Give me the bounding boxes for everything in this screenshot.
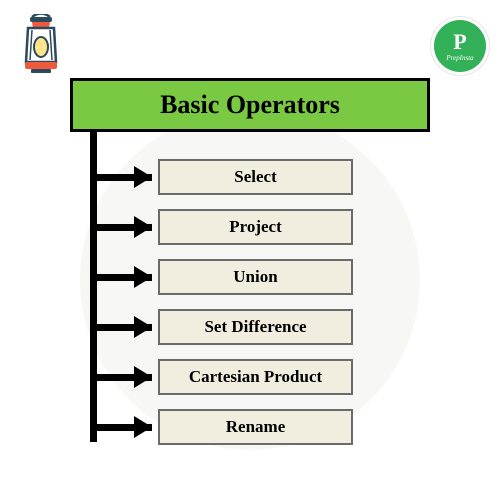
operator-label: Set Difference [204, 317, 306, 337]
operator-list: Select Project Union Set Difference Cart… [90, 152, 353, 452]
branch-line [90, 424, 152, 431]
title-box: Basic Operators [70, 78, 430, 132]
operator-label: Project [229, 217, 282, 237]
brand-subtitle: PrepInsta [446, 54, 473, 62]
operator-row: Project [90, 202, 353, 252]
branch-line [90, 274, 152, 281]
branch-line [90, 224, 152, 231]
operator-row: Union [90, 252, 353, 302]
branch-line [90, 374, 152, 381]
operator-row: Cartesian Product [90, 352, 353, 402]
operator-label: Union [233, 267, 277, 287]
operator-box: Cartesian Product [158, 359, 353, 395]
operator-row: Select [90, 152, 353, 202]
operator-box: Union [158, 259, 353, 295]
arrow-icon [134, 416, 154, 438]
operator-row: Rename [90, 402, 353, 452]
title-text: Basic Operators [160, 90, 340, 120]
lantern-icon [18, 14, 64, 79]
operator-box: Project [158, 209, 353, 245]
operator-label: Select [234, 167, 276, 187]
operator-box: Select [158, 159, 353, 195]
arrow-icon [134, 316, 154, 338]
brand-badge: P PrepInsta [434, 20, 486, 72]
operator-row: Set Difference [90, 302, 353, 352]
arrow-icon [134, 216, 154, 238]
operator-box: Set Difference [158, 309, 353, 345]
branch-line [90, 324, 152, 331]
operator-box: Rename [158, 409, 353, 445]
arrow-icon [134, 266, 154, 288]
operator-label: Cartesian Product [189, 367, 322, 387]
branch-line [90, 174, 152, 181]
arrow-icon [134, 166, 154, 188]
brand-letter: P [453, 31, 466, 53]
arrow-icon [134, 366, 154, 388]
operator-label: Rename [226, 417, 285, 437]
